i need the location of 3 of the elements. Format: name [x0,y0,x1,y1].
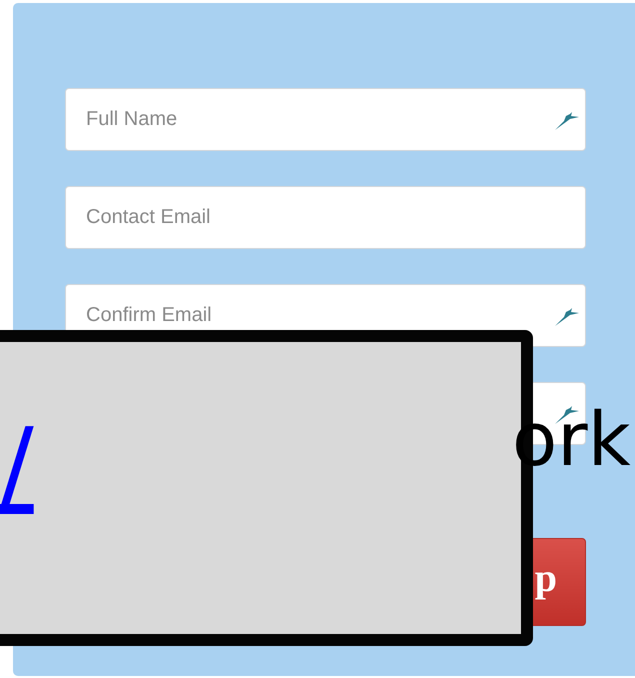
input-field[interactable]: Full Name [65,88,586,151]
input-field[interactable]: Contact Email [65,186,586,249]
link[interactable]: / [0,405,34,525]
